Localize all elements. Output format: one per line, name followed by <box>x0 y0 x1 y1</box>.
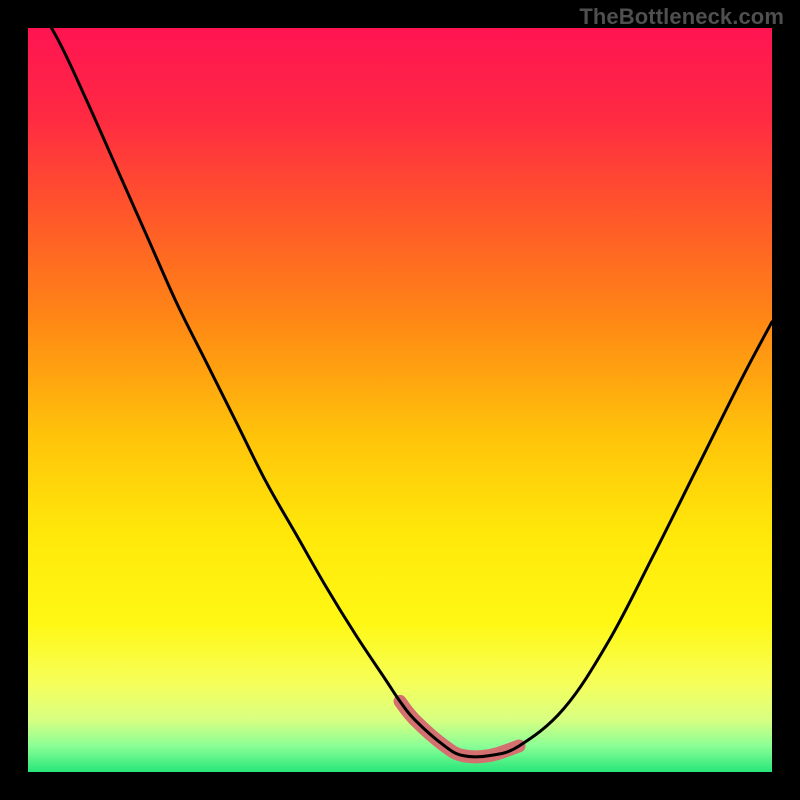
highlight-segment <box>400 701 519 757</box>
bottleneck-curve <box>28 28 772 757</box>
plot-area <box>28 28 772 772</box>
curve-layer <box>28 28 772 772</box>
chart-frame: TheBottleneck.com <box>0 0 800 800</box>
attribution-label: TheBottleneck.com <box>579 4 784 30</box>
